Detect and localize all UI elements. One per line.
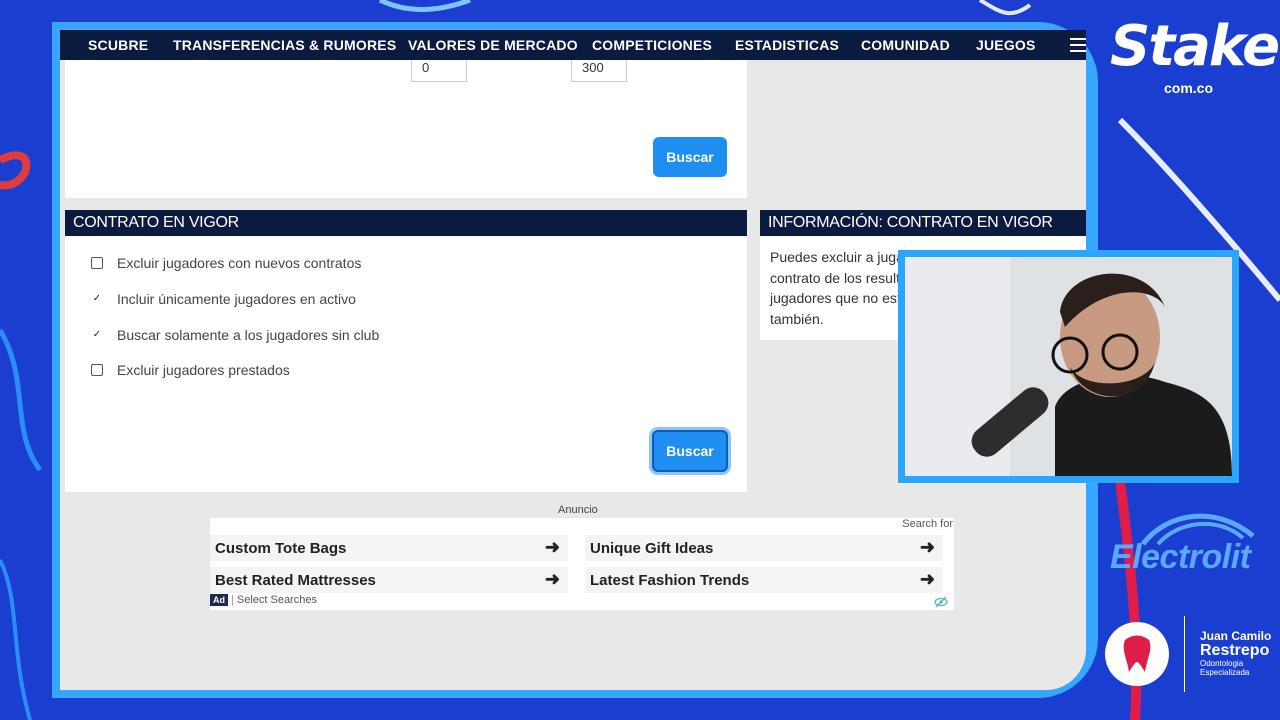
contract-search-button[interactable]: Buscar <box>652 430 728 472</box>
streamer-silhouette <box>971 257 1232 476</box>
nav-item-valores[interactable]: VALORES DE MERCADO <box>408 37 578 53</box>
nav-item-transferencias[interactable]: TRANSFERENCIAS & RUMORES <box>173 37 396 53</box>
ad-link-label: Best Rated Mattresses <box>215 571 376 589</box>
webcam-feed <box>905 257 1232 476</box>
ad-link[interactable]: Best Rated Mattresses ➜ <box>210 567 568 593</box>
info-header: INFORMACIÓN: CONTRATO EN VIGOR <box>760 210 1086 236</box>
tooth-logo-icon <box>1105 622 1169 686</box>
nav-item-competiciones[interactable]: COMPETICIONES <box>592 37 712 53</box>
sponsor-sub-line: Especializada <box>1200 668 1250 677</box>
select-searches: Select Searches <box>236 594 317 606</box>
ad-link[interactable]: Latest Fashion Trends ➜ <box>585 567 943 593</box>
arrow-right-icon: ➜ <box>919 537 935 557</box>
arrow-right-icon: ➜ <box>919 569 935 589</box>
contract-panel: CONTRATO EN VIGOR Excluir jugadores con … <box>65 210 747 492</box>
option-label: Excluir jugadores prestados <box>117 362 290 378</box>
arrow-right-icon: ➜ <box>544 569 560 589</box>
electrolit-logo: Electrolit <box>1110 538 1251 576</box>
ad-footer: Ad | Select Searches <box>210 594 317 606</box>
option-row[interactable]: Excluir jugadores prestados <box>91 360 290 380</box>
max-value-input[interactable]: 300 <box>571 60 627 82</box>
top-navigation: SCUBRE TRANSFERENCIAS & RUMORES VALORES … <box>60 30 1086 60</box>
option-label: Incluir únicamente jugadores en activo <box>117 291 356 307</box>
sponsor-dental-name: Juan Camilo Restrepo Odontologia Especia… <box>1200 630 1271 678</box>
sponsor-name-line: Restrepo <box>1200 642 1270 659</box>
stake-domain: com.co <box>1164 80 1214 96</box>
contract-header: CONTRATO EN VIGOR <box>65 210 747 236</box>
filter-panel: 0 300 Buscar <box>65 60 747 198</box>
sponsor-sub-line: Odontologia <box>1200 659 1244 668</box>
ad-link-label: Unique Gift Ideas <box>590 539 714 557</box>
ad-link[interactable]: Unique Gift Ideas ➜ <box>585 535 943 561</box>
ad-link[interactable]: Custom Tote Bags ➜ <box>210 535 568 561</box>
nav-item-estadisticas[interactable]: ESTADISTICAS <box>735 37 839 53</box>
option-row[interactable]: ✓ Buscar solamente a los jugadores sin c… <box>91 325 379 345</box>
checkbox-active-only[interactable]: ✓ <box>91 293 103 305</box>
menu-icon[interactable] <box>1070 38 1086 56</box>
option-row[interactable]: Excluir jugadores con nuevos contratos <box>91 253 361 273</box>
sponsor-divider <box>1184 616 1185 692</box>
checkbox-without-club[interactable]: ✓ <box>91 329 103 341</box>
option-row[interactable]: ✓ Incluir únicamente jugadores en activo <box>91 289 356 309</box>
option-label: Excluir jugadores con nuevos contratos <box>117 255 362 271</box>
ad-unit: Search for Custom Tote Bags ➜ Unique Gif… <box>210 518 954 610</box>
ad-badge: Ad <box>210 594 228 606</box>
nav-item-comunidad[interactable]: COMUNIDAD <box>861 37 950 53</box>
ad-label: Anuncio <box>558 504 598 516</box>
option-label: Buscar solamente a los jugadores sin clu… <box>117 327 380 343</box>
eye-off-icon[interactable] <box>934 596 948 608</box>
nav-item-descubre[interactable]: SCUBRE <box>88 37 148 53</box>
checkbox-exclude-loaned[interactable] <box>91 364 103 376</box>
ad-link-label: Latest Fashion Trends <box>590 571 750 589</box>
search-button[interactable]: Buscar <box>653 137 727 177</box>
stake-logo: Stake <box>1110 14 1280 79</box>
checkbox-exclude-new-contracts[interactable] <box>91 257 103 269</box>
arrow-right-icon: ➜ <box>544 537 560 557</box>
ad-link-label: Custom Tote Bags <box>215 539 347 557</box>
nav-item-juegos[interactable]: JUEGOS <box>976 37 1036 53</box>
min-value-input[interactable]: 0 <box>411 60 467 82</box>
ad-search-for: Search for <box>902 518 953 530</box>
